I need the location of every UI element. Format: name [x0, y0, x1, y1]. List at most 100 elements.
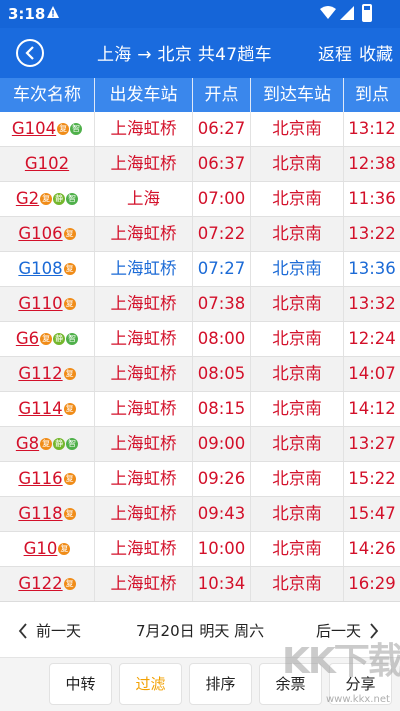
column-header-to[interactable]: 到达车站: [251, 78, 344, 112]
train-row[interactable]: G112 复上海虹桥 08:05 北京南 14:07: [0, 357, 400, 392]
train-code-cell[interactable]: G106 复: [0, 217, 95, 251]
column-header-train[interactable]: 车次名称: [0, 78, 95, 112]
train-code-text: G110: [18, 294, 63, 313]
prev-day-button[interactable]: 前一天: [18, 620, 81, 641]
back-button[interactable]: [16, 39, 44, 67]
to-station: 北京南: [251, 252, 344, 286]
train-code-text: G114: [18, 399, 63, 418]
train-code-cell[interactable]: G110 复: [0, 287, 95, 321]
train-row[interactable]: G110 复上海虹桥 07:38 北京南 13:32: [0, 287, 400, 322]
from-station: 上海虹桥: [95, 392, 193, 426]
from-station: 上海虹桥: [95, 252, 193, 286]
train-row[interactable]: G108 复上海虹桥 07:27 北京南 13:36: [0, 252, 400, 287]
chevron-left-icon: [25, 46, 34, 60]
column-header-depart[interactable]: 开点: [193, 78, 251, 112]
train-code[interactable]: G104 复智: [11, 112, 83, 146]
train-code-cell[interactable]: G112 复: [0, 357, 95, 391]
train-row[interactable]: G114 复上海虹桥 08:15 北京南 14:12: [0, 392, 400, 427]
train-code-cell[interactable]: G116 复: [0, 462, 95, 496]
train-feature-badge: 静: [53, 438, 66, 450]
depart-time: 06:37: [193, 147, 251, 181]
train-code-cell[interactable]: G108 复: [0, 252, 95, 286]
return-trip-button[interactable]: 返程: [318, 40, 352, 65]
train-row[interactable]: G8 复静智上海虹桥 09:00 北京南 13:27: [0, 427, 400, 462]
column-header-arrive[interactable]: 到点: [344, 78, 400, 112]
train-code[interactable]: G108 复: [18, 252, 76, 286]
train-feature-badge: 复: [40, 193, 53, 205]
to-station: 北京南: [251, 357, 344, 391]
train-code[interactable]: G10 复: [24, 532, 71, 566]
train-row[interactable]: G104 复智上海虹桥 06:27 北京南 13:12: [0, 112, 400, 147]
train-row[interactable]: G6 复静智上海虹桥 08:00 北京南 12:24: [0, 322, 400, 357]
from-station: 上海虹桥: [95, 147, 193, 181]
arrive-time: 11:36: [348, 189, 396, 208]
train-feature-badge: 智: [66, 193, 79, 205]
train-feature-badge: 复: [63, 263, 76, 275]
transfer-button[interactable]: 中转: [49, 663, 112, 705]
depart-time: 07:00: [193, 182, 251, 216]
arrive-time: 13:32: [348, 294, 396, 313]
train-row[interactable]: G102 上海虹桥 06:37 北京南 12:38: [0, 147, 400, 182]
depart-time: 07:38: [193, 287, 251, 321]
depart-time: 07:27: [193, 252, 251, 286]
train-code-cell[interactable]: G2 复静智: [0, 182, 95, 216]
train-code[interactable]: G122 复: [18, 567, 76, 601]
train-code[interactable]: G2 复静智: [15, 182, 79, 216]
train-feature-badge: 静: [53, 193, 66, 205]
train-feature-badge: 复: [57, 123, 70, 135]
train-row[interactable]: G2 复静智上海 07:00 北京南 11:36: [0, 182, 400, 217]
train-code[interactable]: G112 复: [18, 357, 76, 391]
train-code-cell[interactable]: G102: [0, 147, 95, 181]
from-station: 上海虹桥: [95, 287, 193, 321]
depart-time: 08:00: [193, 322, 251, 356]
date-label[interactable]: 7月20日 明天 周六: [136, 620, 264, 641]
from-station: 上海: [95, 182, 193, 216]
arrive-time: 14:26: [348, 539, 396, 558]
train-row[interactable]: G106 复上海虹桥 07:22 北京南 13:22: [0, 217, 400, 252]
train-code-cell[interactable]: G118 复: [0, 497, 95, 531]
train-code[interactable]: G110 复: [18, 287, 76, 321]
depart-time: 10:34: [193, 567, 251, 601]
arrive-time: 13:36: [348, 259, 396, 278]
train-code[interactable]: G118 复: [18, 497, 76, 531]
prev-day-label: 前一天: [36, 622, 82, 640]
arrive-time: 12:38: [348, 154, 396, 173]
train-code-cell[interactable]: G114 复: [0, 392, 95, 426]
train-code-text: G2: [15, 189, 40, 208]
train-row[interactable]: G10 复上海虹桥 10:00 北京南 14:26: [0, 532, 400, 567]
train-code-cell[interactable]: G10 复: [0, 532, 95, 566]
train-code[interactable]: G8 复静智: [16, 427, 79, 461]
train-code-cell[interactable]: G104 复智: [0, 112, 95, 146]
train-code[interactable]: G6 复静智: [16, 322, 79, 356]
train-code[interactable]: G102: [25, 147, 69, 181]
train-feature-badge: 复: [63, 473, 76, 485]
arrive-time: 13:12: [348, 119, 396, 138]
train-code-text: G10: [23, 539, 58, 558]
from-station: 上海虹桥: [95, 497, 193, 531]
train-feature-badge: 静: [53, 333, 66, 345]
depart-time: 09:00: [193, 427, 251, 461]
column-header-from[interactable]: 出发车站: [95, 78, 193, 112]
train-code-cell[interactable]: G8 复静智: [0, 427, 95, 461]
train-code-cell[interactable]: G6 复静智: [0, 322, 95, 356]
train-row[interactable]: G118 复上海虹桥 09:43 北京南 15:47: [0, 497, 400, 532]
train-code[interactable]: G106 复: [18, 217, 76, 251]
to-station: 北京南: [251, 532, 344, 566]
filter-button[interactable]: 过滤: [119, 663, 182, 705]
train-code[interactable]: G116 复: [18, 462, 76, 496]
arrive-time: 14:12: [348, 399, 396, 418]
favorite-button[interactable]: 收藏: [359, 40, 393, 65]
train-code-text: G104: [11, 119, 57, 138]
from-station: 上海虹桥: [95, 112, 193, 146]
chevron-left-icon: [18, 623, 27, 639]
train-row[interactable]: G116 复上海虹桥 09:26 北京南 15:22: [0, 462, 400, 497]
train-code[interactable]: G114 复: [18, 392, 76, 426]
depart-time: 06:27: [193, 112, 251, 146]
depart-time: 08:05: [193, 357, 251, 391]
sort-button[interactable]: 排序: [189, 663, 252, 705]
arrive-time: 15:22: [348, 469, 396, 488]
train-code-text: G106: [18, 224, 63, 243]
train-row[interactable]: G122 复上海虹桥 10:34 北京南 16:29: [0, 567, 400, 601]
train-code-cell[interactable]: G122 复: [0, 567, 95, 601]
train-feature-badge: 复: [63, 228, 76, 240]
